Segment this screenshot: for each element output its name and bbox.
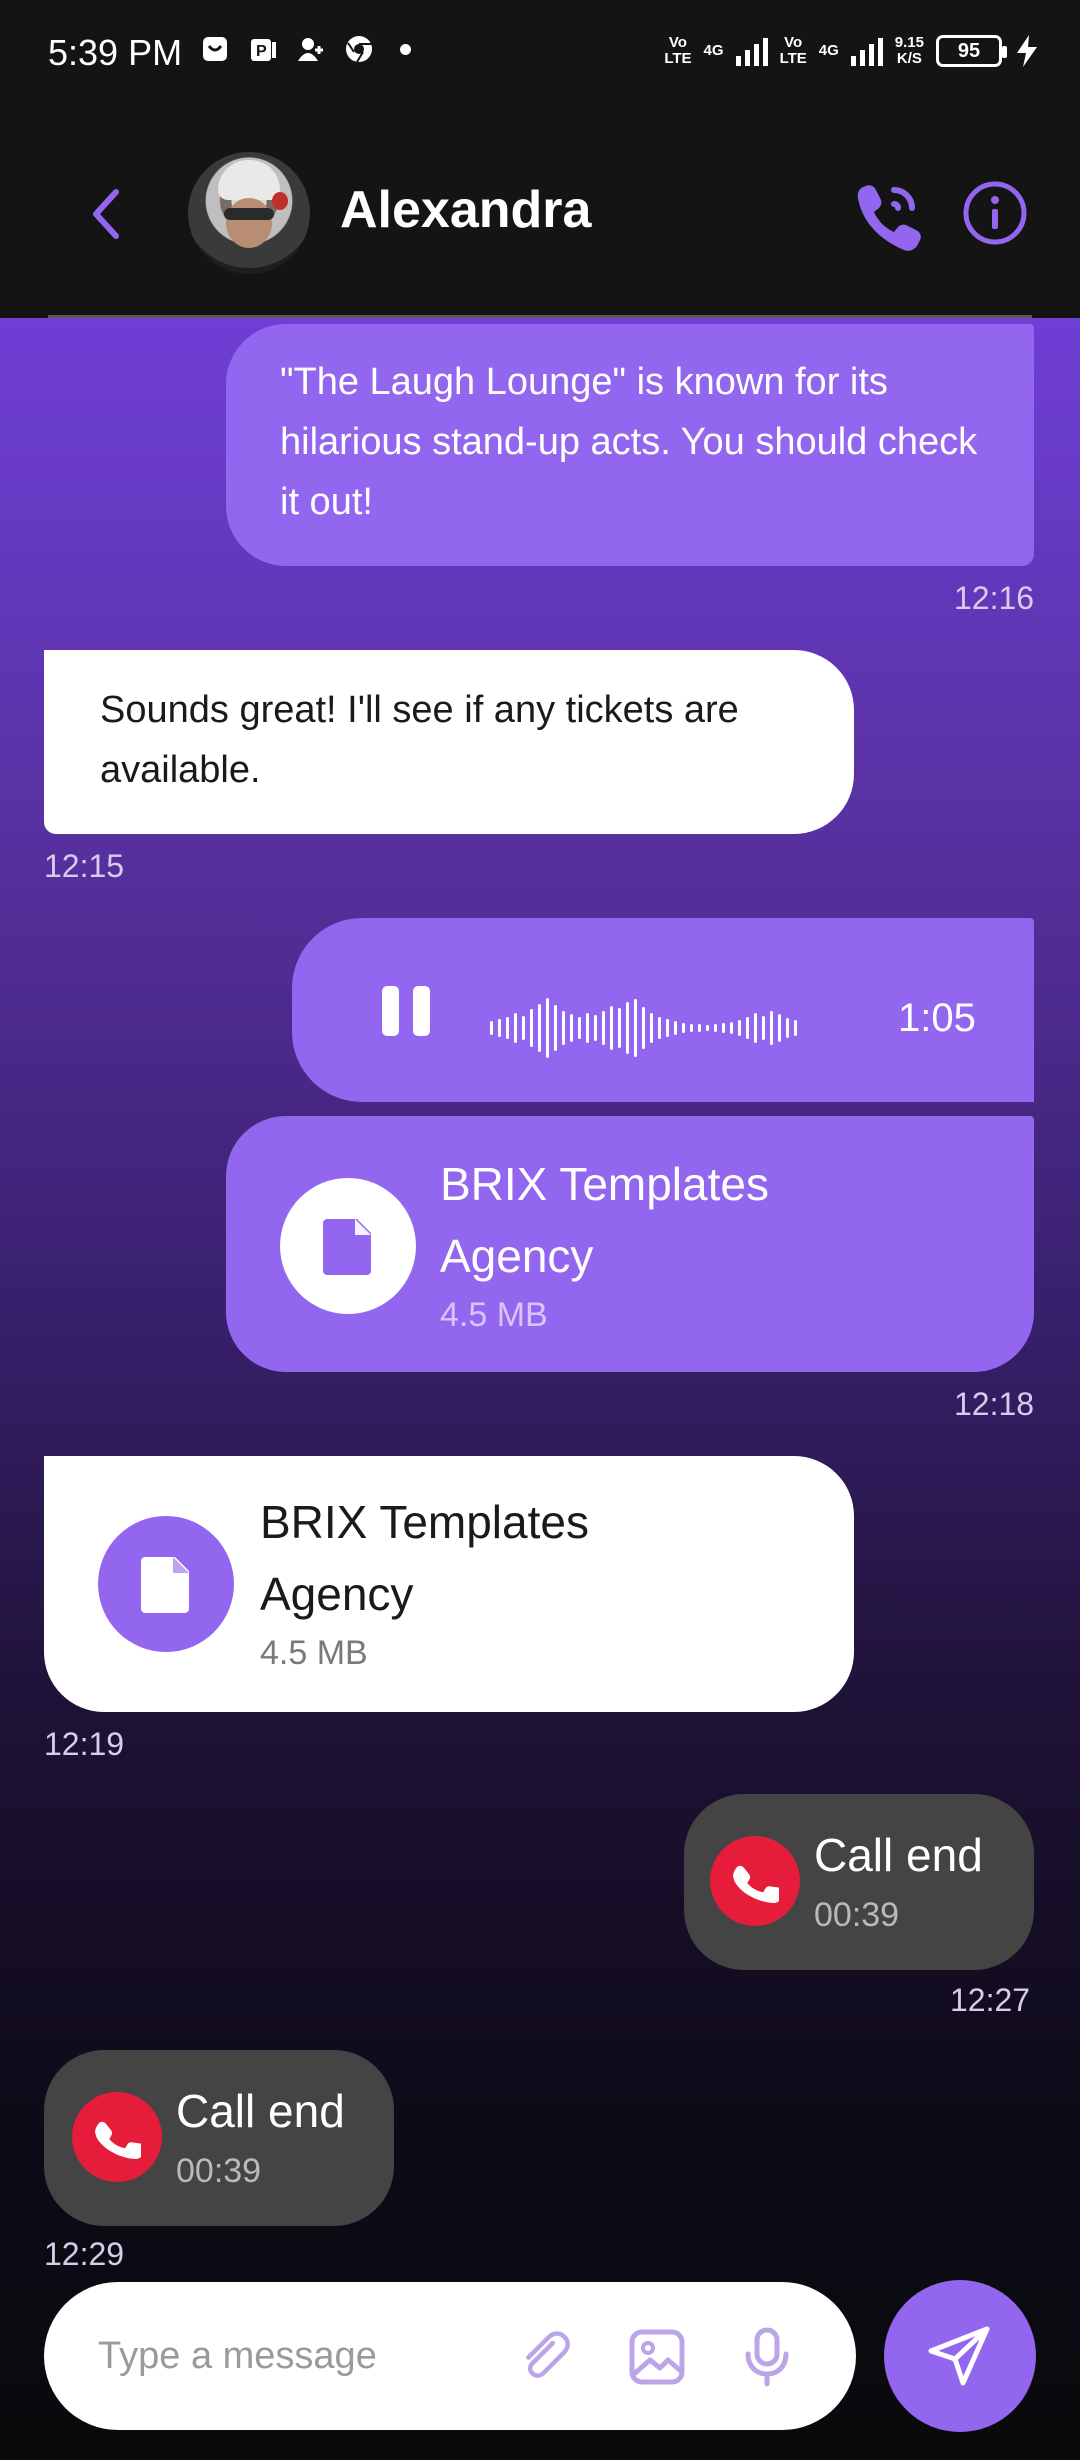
data-speed: 9.15 K/S [894, 34, 924, 67]
charging-bolt-icon [1017, 35, 1037, 67]
message-time: 12:19 [44, 1726, 125, 1762]
file-title: BRIX Templates Agency [260, 1496, 589, 1620]
message-time: 12:29 [44, 2236, 125, 2272]
status-right: Vo LTE 4G Vo LTE 4G 9.15 K/S 95 [664, 34, 1040, 68]
outgoing-text-message[interactable]: "The Laugh Lounge" is known for its hila… [226, 324, 1034, 566]
network-type-2: 4G [818, 42, 839, 59]
avatar[interactable] [188, 152, 310, 274]
file-title: BRIX Templates Agency [440, 1158, 769, 1282]
file-icon[interactable] [280, 1178, 416, 1314]
back-arrow-icon[interactable] [86, 184, 126, 244]
status-time: 5:39 PM [48, 32, 183, 73]
info-icon[interactable] [962, 180, 1028, 246]
file-size: 4.5 MB [260, 1634, 368, 1672]
pause-icon[interactable] [382, 986, 430, 1036]
message-time: 12:27 [950, 1982, 1031, 2018]
parking-app-icon: P [251, 39, 276, 61]
call-title: Call end [176, 2085, 345, 2137]
phone-call-icon[interactable] [850, 176, 926, 252]
chrome-icon [346, 36, 372, 63]
file-icon[interactable] [98, 1516, 234, 1652]
call-title: Call end [814, 1829, 983, 1881]
more-notifications-dot [400, 43, 411, 55]
microphone-icon[interactable] [736, 2326, 798, 2388]
message-input[interactable] [98, 2322, 478, 2390]
volte-indicator-2: Vo LTE [779, 34, 807, 67]
message-list[interactable]: "The Laugh Lounge" is known for its hila… [0, 318, 1080, 2460]
phone-end-icon [72, 2092, 162, 2182]
shopping-bag-icon [203, 37, 227, 61]
message-text: Sounds great! I'll see if any tickets ar… [100, 689, 739, 791]
signal-icon-1 [735, 36, 768, 66]
call-duration: 00:39 [814, 1896, 900, 1934]
message-composer [44, 2282, 856, 2430]
message-text: "The Laugh Lounge" is known for its hila… [280, 361, 978, 523]
battery-icon: 95 [936, 35, 1007, 67]
call-duration: 00:39 [176, 2152, 262, 2190]
incoming-text-message[interactable]: Sounds great! I'll see if any tickets ar… [44, 650, 854, 834]
chat-header: Alexandra [0, 108, 1080, 318]
volte-indicator-1: Vo LTE [664, 34, 692, 67]
phone-end-icon [710, 1836, 800, 1926]
send-icon [928, 2326, 990, 2386]
status-bar: 5:39 PM P Vo LTE 4G Vo LTE 4G 9.15 K/S 95 [0, 0, 1080, 108]
network-type-1: 4G [703, 42, 724, 59]
svg-text:P: P [256, 43, 267, 60]
message-time: 12:16 [954, 580, 1035, 616]
notification-icons: P [200, 34, 411, 64]
file-size: 4.5 MB [440, 1296, 548, 1334]
image-icon[interactable] [626, 2326, 688, 2388]
contact-name[interactable]: Alexandra [340, 180, 591, 240]
add-user-icon [298, 38, 323, 61]
voice-duration: 1:05 [898, 996, 976, 1040]
voice-waveform[interactable] [490, 998, 797, 1058]
message-time: 12:15 [44, 848, 125, 884]
send-button[interactable] [884, 2280, 1036, 2432]
message-time: 12:18 [954, 1386, 1035, 1422]
signal-icon-2 [850, 36, 883, 66]
paperclip-icon[interactable] [514, 2326, 576, 2388]
